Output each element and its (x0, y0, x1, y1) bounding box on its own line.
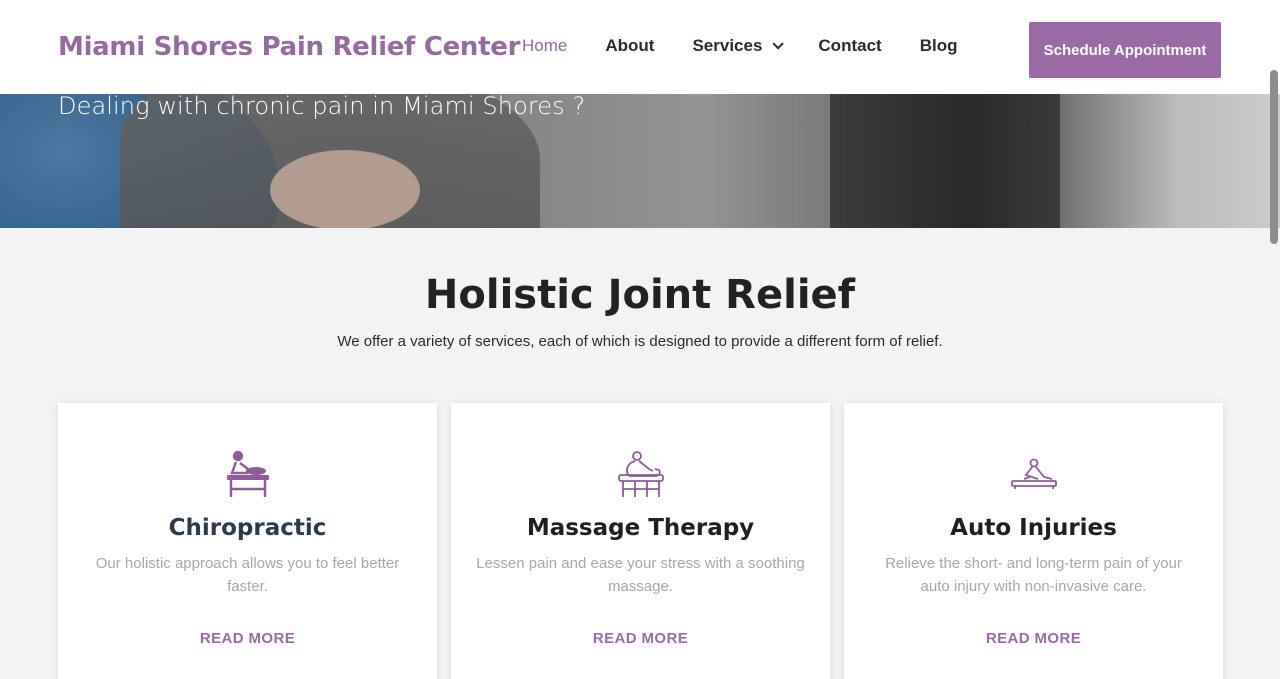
read-more-link[interactable]: READ MORE (451, 630, 830, 647)
site-brand[interactable]: Miami Shores Pain Relief Center (58, 32, 520, 62)
section-subtitle: We offer a variety of services, each of … (337, 333, 943, 350)
massage-therapy-icon (615, 449, 667, 501)
nav-item-services[interactable]: Services (692, 36, 785, 56)
read-more-link[interactable]: READ MORE (844, 630, 1223, 647)
main-nav: Home About Services Contact Blog (522, 36, 995, 56)
card-title: Auto Injuries (950, 515, 1117, 541)
nav-item-home[interactable]: Home (522, 36, 567, 56)
nav-label: Blog (919, 36, 958, 55)
nav-label: Home (522, 36, 568, 55)
nav-label: Contact (818, 36, 882, 55)
site-header: Miami Shores Pain Relief Center Home Abo… (0, 0, 1280, 94)
service-card-auto-injuries: Auto Injuries Relieve the short- and lon… (844, 403, 1223, 679)
auto-injury-icon (1008, 449, 1060, 501)
section-title: Holistic Joint Relief (424, 272, 856, 318)
schedule-appointment-button[interactable]: Schedule Appointment (1029, 22, 1221, 78)
card-description: Our holistic approach allows you to feel… (95, 555, 400, 595)
card-description: Relieve the short- and long-term pain of… (885, 555, 1182, 595)
card-description: Lessen pain and ease your stress with a … (476, 555, 805, 595)
chiropractic-icon (222, 449, 274, 501)
card-title: Chiropractic (168, 515, 327, 541)
nav-item-about[interactable]: About (605, 36, 654, 56)
nav-label: About (605, 36, 655, 55)
hero-subtitle: Dealing with chronic pain in Miami Shore… (58, 92, 586, 120)
nav-label: Services (692, 36, 763, 55)
scrollbar-thumb[interactable] (1270, 70, 1278, 244)
chevron-down-icon (772, 38, 785, 50)
card-title: Massage Therapy (526, 515, 755, 541)
service-card-massage-therapy: Massage Therapy Lessen pain and ease you… (451, 403, 830, 679)
nav-item-blog[interactable]: Blog (920, 36, 958, 56)
service-card-chiropractic: Chiropractic Our holistic approach allow… (58, 403, 437, 679)
read-more-link[interactable]: READ MORE (58, 630, 437, 647)
nav-item-contact[interactable]: Contact (818, 36, 881, 56)
